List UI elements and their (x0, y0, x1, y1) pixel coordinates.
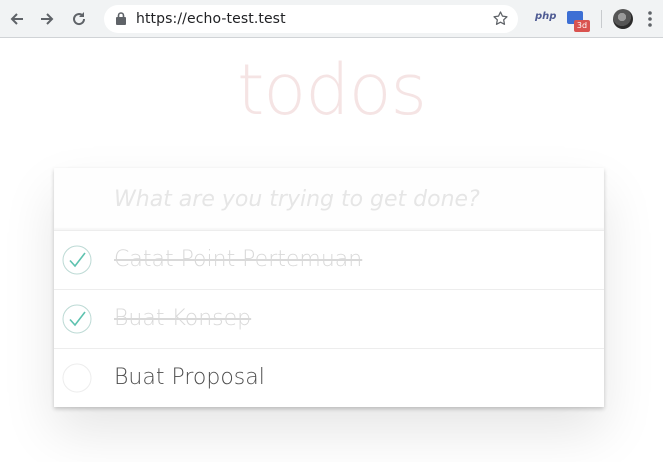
todo-label[interactable]: Buat Proposal (114, 363, 265, 393)
star-icon[interactable] (492, 10, 509, 27)
profile-avatar[interactable] (613, 9, 633, 29)
php-extension-icon[interactable]: php (535, 11, 556, 22)
todo-item: Buat Konsep (54, 290, 604, 349)
arrow-left-icon (10, 13, 23, 25)
arrow-right-icon (41, 13, 54, 25)
todo-label[interactable]: Buat Konsep (114, 304, 251, 334)
todo-item: Catat Point Pertemuan (54, 231, 604, 290)
app-title: todos (236, 49, 427, 131)
todo-label[interactable]: Catat Point Pertemuan (114, 245, 362, 275)
3d-extension-icon[interactable]: 3d (567, 11, 591, 33)
reload-icon (73, 12, 86, 26)
check-icon (69, 311, 86, 327)
checked-circle-icon[interactable] (62, 245, 92, 275)
toolbar-divider (601, 10, 602, 28)
url-text: https://echo-test.test (136, 11, 286, 27)
kebab-menu-icon[interactable] (648, 11, 652, 27)
unchecked-circle-icon[interactable] (62, 363, 92, 393)
checked-circle-icon[interactable] (62, 304, 92, 334)
lock-icon (116, 12, 126, 25)
reload-button[interactable] (66, 6, 92, 32)
back-button[interactable] (4, 6, 30, 32)
new-todo-row (54, 168, 604, 231)
check-icon (69, 252, 86, 268)
todo-item: Buat Proposal (54, 349, 604, 407)
todo-app: Catat Point Pertemuan Buat Konsep Buat Pro… (54, 168, 604, 407)
address-bar[interactable]: https://echo-test.test (104, 5, 518, 33)
todo-list: Catat Point Pertemuan Buat Konsep Buat Pro… (54, 231, 604, 407)
forward-button[interactable] (34, 6, 60, 32)
new-todo-input[interactable] (114, 182, 584, 216)
extension-badge: 3d (574, 20, 590, 32)
browser-toolbar: https://echo-test.test php 3d (0, 0, 663, 38)
